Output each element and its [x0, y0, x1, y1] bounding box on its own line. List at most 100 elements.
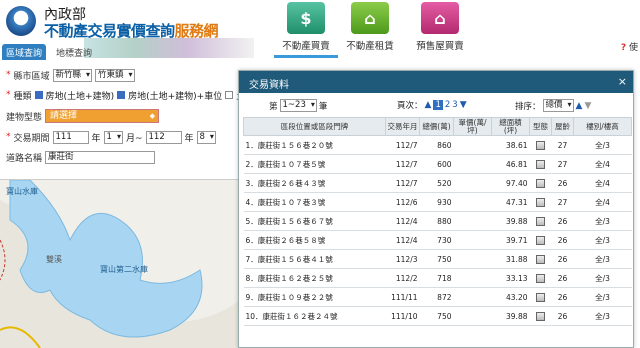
type-option-2: 房地(土地+建物)+車位	[128, 91, 223, 102]
sort-control: 排序： 總價 ▲ ▼	[515, 99, 591, 112]
type-checkbox-3[interactable]	[225, 91, 234, 99]
page-size-control: 第 1~23 筆	[269, 99, 327, 112]
col-unit-price[interactable]: 單價(萬/坪)	[453, 117, 492, 136]
photo-icon[interactable]	[536, 178, 545, 188]
table-row[interactable]: 10．康莊街１６２巷２４號 111/10 750 39.88 26 全/3	[243, 306, 632, 326]
next-page-icon[interactable]: ▼	[460, 100, 467, 110]
cell-age: 27	[551, 192, 574, 212]
crane-building-icon: ⌂	[421, 2, 459, 34]
to-year-input[interactable]: 112	[145, 130, 182, 144]
cell-date: 112/7	[385, 173, 420, 193]
type-checkbox-1[interactable]	[34, 91, 43, 99]
cell-floor: 全/3	[573, 230, 632, 250]
photo-icon[interactable]	[536, 140, 545, 150]
table-row[interactable]: 9．康莊街１０９巷２２號 111/11 872 43.20 26 全/3	[243, 287, 632, 307]
ministry-logo-icon[interactable]	[6, 6, 36, 36]
col-type[interactable]: 型態	[529, 117, 552, 136]
period-row: * 交易期間 111 年 1 月~ 112 年 8	[6, 130, 216, 144]
cell-address: 6．康莊街２６巷５８號	[243, 230, 386, 250]
photo-icon[interactable]	[536, 159, 545, 169]
nav-real-estate-sale[interactable]: $ 不動產買賣	[274, 2, 338, 58]
sort-asc-icon[interactable]: ▲	[576, 101, 583, 111]
county-select[interactable]: 新竹縣	[52, 68, 93, 82]
photo-icon[interactable]	[536, 254, 545, 264]
tab-landmark-search[interactable]: 地標查詢	[52, 44, 96, 60]
help-link[interactable]: ? 使	[621, 40, 638, 53]
cell-floor: 全/3	[573, 211, 632, 231]
table-row[interactable]: 8．康莊街１６２巷２５號 112/2 718 33.13 26 全/3	[243, 268, 632, 288]
cell-age: 26	[551, 173, 574, 193]
cell-age: 26	[551, 230, 574, 250]
modal-title: 交易資料	[249, 80, 289, 91]
table-row[interactable]: 7．康莊街１５６巷４１號 112/3 750 31.88 26 全/3	[243, 249, 632, 269]
cell-total-price: 872	[419, 287, 454, 307]
cell-area: 97.40	[491, 173, 530, 193]
from-month-select[interactable]: 1	[103, 130, 123, 144]
transaction-table: 區段位置或區段門牌 交易年月 總價(萬) 單價(萬/坪) 總面積(坪) 型態 屋…	[243, 117, 632, 326]
table-row[interactable]: 5．康莊街１５６巷６７號 112/4 880 39.88 26 全/3	[243, 211, 632, 231]
cell-floor: 全/3	[573, 135, 632, 155]
required-mark: *	[6, 132, 11, 142]
col-age[interactable]: 屋齡	[551, 117, 574, 136]
nav-presale[interactable]: ⌂ 預售屋買賣	[408, 2, 472, 58]
cell-total-price: 750	[419, 249, 454, 269]
cell-address: 4．康莊街１０７巷３號	[243, 192, 386, 212]
table-row[interactable]: 4．康莊街１０７巷３號 112/6 930 47.31 27 全/4	[243, 192, 632, 212]
sort-label: 排序：	[515, 101, 541, 112]
nav-label: 不動產買賣	[282, 41, 330, 52]
cell-date: 112/2	[385, 268, 420, 288]
col-floor[interactable]: 樓別/樓高	[573, 117, 632, 136]
cell-floor: 全/3	[573, 287, 632, 307]
cell-address: 8．康莊街１６２巷２５號	[243, 268, 386, 288]
cell-area: 46.81	[491, 154, 530, 174]
type-row: * 種類 房地(土地+建物) 房地(土地+建物)+車位 土	[6, 88, 245, 102]
col-total-price[interactable]: 總價(萬)	[419, 117, 454, 136]
table-row[interactable]: 2．康莊街１０７巷５號 112/7 600 46.81 27 全/4	[243, 154, 632, 174]
modal-controls: 第 1~23 筆 頁次： ▲ 1 2 3 ▼ 排序： 總價 ▲ ▼	[239, 93, 633, 115]
cell-unit-price	[453, 173, 492, 193]
tab-area-search[interactable]: 區域查詢	[2, 44, 47, 60]
road-input[interactable]: 康莊街	[45, 150, 156, 164]
cell-type	[529, 268, 552, 288]
from-year-input[interactable]: 111	[52, 130, 89, 144]
prev-page-icon[interactable]: ▲	[425, 100, 432, 110]
photo-icon[interactable]	[536, 292, 545, 302]
photo-icon[interactable]	[536, 311, 545, 321]
to-month-select[interactable]: 8	[196, 130, 216, 144]
photo-icon[interactable]	[536, 273, 545, 283]
type-checkbox-2[interactable]	[117, 91, 126, 99]
nav-real-estate-rent[interactable]: ⌂ 不動產租賃	[338, 2, 402, 58]
col-address[interactable]: 區段位置或區段門牌	[243, 117, 386, 136]
col-date[interactable]: 交易年月	[385, 117, 420, 136]
page-link-1[interactable]: 1	[433, 100, 443, 110]
photo-icon[interactable]	[536, 216, 545, 226]
photo-icon[interactable]	[536, 235, 545, 245]
map-label-reservoir-2: 寶山第二水庫	[100, 265, 148, 274]
page-link-3[interactable]: 3	[452, 100, 457, 110]
cell-date: 112/4	[385, 230, 420, 250]
skyline-banner	[84, 38, 254, 58]
record-range-select[interactable]: 1~23	[279, 99, 317, 112]
help-label: 使	[628, 43, 638, 53]
town-select[interactable]: 竹東鎮	[95, 68, 135, 82]
cell-date: 112/3	[385, 249, 420, 269]
close-icon[interactable]: ×	[618, 75, 627, 88]
cell-age: 26	[551, 211, 574, 231]
building-type-select[interactable]: 請選擇	[45, 109, 160, 123]
photo-icon[interactable]	[536, 197, 545, 207]
sort-select[interactable]: 總價	[542, 99, 574, 112]
cell-type	[529, 306, 552, 326]
cell-total-price: 930	[419, 192, 454, 212]
cell-floor: 全/3	[573, 268, 632, 288]
map-view[interactable]: 寶山水庫 寶山第二水庫 雙溪	[0, 180, 240, 348]
transaction-modal: 交易資料 × 第 1~23 筆 頁次： ▲ 1 2 3 ▼ 排序： 總價 ▲ ▼	[238, 70, 634, 348]
cell-unit-price	[453, 230, 492, 250]
table-row[interactable]: 3．康莊街２６巷４３號 112/7 520 97.40 26 全/4	[243, 173, 632, 193]
sort-desc-icon[interactable]: ▼	[584, 101, 591, 111]
table-row[interactable]: 1．康莊街１５６巷２０號 112/7 860 38.61 27 全/3	[243, 135, 632, 155]
col-area[interactable]: 總面積(坪)	[491, 117, 530, 136]
page-link-2[interactable]: 2	[445, 100, 450, 110]
table-row[interactable]: 6．康莊街２６巷５８號 112/4 730 39.71 26 全/3	[243, 230, 632, 250]
help-icon: ?	[620, 43, 627, 53]
cell-area: 39.71	[491, 230, 530, 250]
